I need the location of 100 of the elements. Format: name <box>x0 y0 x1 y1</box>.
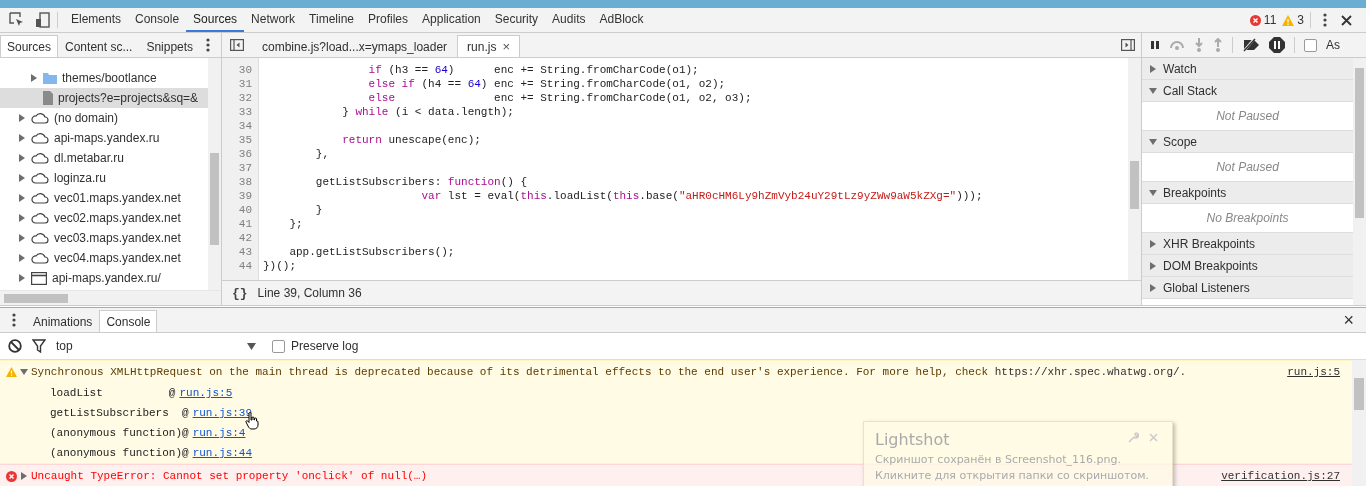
navigator-tab[interactable]: Snippets <box>139 35 201 57</box>
stack-frame-link[interactable]: run.js:39 <box>192 407 253 419</box>
navigator-tab[interactable]: Content sc... <box>58 35 140 57</box>
navigator-tab[interactable]: Sources <box>0 35 59 57</box>
section-header[interactable]: Call Stack <box>1142 80 1353 102</box>
stack-frame-link[interactable]: run.js:44 <box>192 447 253 459</box>
close-tab-button[interactable]: × <box>502 39 511 54</box>
line-number: 39 <box>237 189 253 203</box>
tree-item[interactable]: vec03.maps.yandex.net <box>0 228 208 248</box>
collapse-triangle-icon[interactable] <box>1149 239 1157 248</box>
cloud-icon <box>31 132 49 144</box>
collapse-triangle-icon[interactable] <box>30 74 38 82</box>
pause-on-exceptions-icon[interactable] <box>1269 37 1285 53</box>
section-header[interactable]: Breakpoints <box>1142 182 1353 204</box>
pause-icon[interactable] <box>1150 40 1160 50</box>
section-title: Breakpoints <box>1163 185 1227 200</box>
collapse-triangle-icon[interactable] <box>18 274 26 282</box>
expand-triangle-icon[interactable] <box>20 368 28 376</box>
section-header[interactable]: Scope <box>1142 131 1353 153</box>
line-number: 37 <box>237 161 253 175</box>
preserve-log-checkbox[interactable] <box>272 339 285 353</box>
collapse-triangle-icon[interactable] <box>18 174 26 182</box>
section-title: Scope <box>1163 134 1198 149</box>
scrollbar[interactable] <box>1353 58 1366 305</box>
panel-tab[interactable]: Profiles <box>361 8 416 32</box>
section-header[interactable]: Global Listeners <box>1142 277 1353 299</box>
panel-tab[interactable]: Console <box>128 8 187 32</box>
panel-tab[interactable]: Timeline <box>302 8 361 32</box>
scrollbar[interactable] <box>1128 58 1141 280</box>
expand-triangle-icon[interactable] <box>1149 188 1157 197</box>
close-drawer-button[interactable]: × <box>1343 309 1354 331</box>
collapse-triangle-icon[interactable] <box>1149 283 1157 292</box>
sidebar-toggle-icon[interactable] <box>1121 39 1135 51</box>
async-label: As <box>1326 38 1340 52</box>
tree-item[interactable]: api-maps.yandex.ru/ <box>0 268 208 288</box>
tree-item[interactable]: vec04.maps.yandex.net <box>0 248 208 268</box>
source-link[interactable]: verification.js:27 <box>1221 470 1340 482</box>
panel-tab[interactable]: Elements <box>64 8 129 32</box>
panel-tab[interactable]: Audits <box>545 8 593 32</box>
tree-item[interactable]: loginza.ru <box>0 168 208 188</box>
sidebar-toggle-icon[interactable] <box>230 39 244 51</box>
collapse-triangle-icon[interactable] <box>1149 261 1157 270</box>
error-icon <box>1249 14 1261 26</box>
panel-tab[interactable]: AdBlock <box>592 8 651 32</box>
stack-frame-link[interactable]: run.js:4 <box>192 427 246 439</box>
collapse-triangle-icon[interactable] <box>18 134 26 142</box>
section-header[interactable]: XHR Breakpoints <box>1142 233 1353 255</box>
context-dropdown[interactable]: top <box>56 339 262 353</box>
more-menu-icon[interactable] <box>12 313 16 327</box>
stack-frame-link[interactable]: run.js:5 <box>179 387 233 399</box>
async-checkbox[interactable] <box>1304 38 1317 52</box>
collapse-triangle-icon[interactable] <box>18 234 26 242</box>
tree-item[interactable]: themes/bootlance <box>0 68 208 88</box>
expand-triangle-icon[interactable] <box>1149 137 1157 146</box>
scrollbar[interactable] <box>1352 360 1366 486</box>
more-menu-icon[interactable] <box>206 38 211 52</box>
tree-item[interactable]: (no domain) <box>0 108 208 128</box>
tree-item[interactable]: dl.metabar.ru <box>0 148 208 168</box>
filter-icon[interactable] <box>32 339 46 353</box>
code-line: app.getListSubscribers(); <box>288 245 456 259</box>
scrollbar[interactable] <box>208 58 221 290</box>
collapse-triangle-icon[interactable] <box>18 254 26 262</box>
section-title: Global Listeners <box>1163 280 1250 295</box>
panel-tab[interactable]: Application <box>415 8 488 32</box>
stack-frame-function: (anonymous function) <box>50 447 183 459</box>
collapse-triangle-icon[interactable] <box>18 214 26 222</box>
collapse-triangle-icon[interactable] <box>18 114 26 122</box>
tree-item-label: loginza.ru <box>54 171 107 185</box>
cloud-icon <box>31 152 49 164</box>
device-mode-icon[interactable] <box>35 12 51 28</box>
file-tab[interactable]: combine.js?load...x=ymaps_loader <box>252 35 458 57</box>
section-header[interactable]: Watch <box>1142 58 1353 80</box>
collapse-triangle-icon[interactable] <box>18 154 26 162</box>
warning-count[interactable]: 3 <box>1282 13 1304 27</box>
expand-triangle-icon[interactable] <box>1149 86 1157 95</box>
pretty-print-button[interactable]: {} <box>232 285 248 301</box>
line-number: 34 <box>237 119 253 133</box>
file-tab[interactable]: run.js × <box>457 35 521 57</box>
error-count[interactable]: 11 <box>1249 13 1277 27</box>
tree-item[interactable]: api-maps.yandex.ru <box>0 128 208 148</box>
collapse-triangle-icon[interactable] <box>18 194 26 202</box>
source-link[interactable]: run.js:5 <box>1287 366 1340 378</box>
deactivate-breakpoints-icon[interactable] <box>1242 38 1260 52</box>
clear-console-icon[interactable] <box>8 339 22 353</box>
section-header[interactable]: DOM Breakpoints <box>1142 255 1353 277</box>
close-icon[interactable] <box>1341 14 1352 26</box>
tree-item[interactable]: vec02.maps.yandex.net <box>0 208 208 228</box>
tree-item[interactable]: vec01.maps.yandex.net <box>0 188 208 208</box>
horizontal-scrollbar[interactable] <box>0 290 221 305</box>
collapse-triangle-icon[interactable] <box>1149 64 1157 73</box>
panel-tab[interactable]: Network <box>244 8 303 32</box>
tree-item[interactable]: projects?e=projects&sq=& <box>0 88 208 108</box>
panel-tab[interactable]: Security <box>487 8 546 32</box>
drawer-tab[interactable]: Console <box>99 310 158 332</box>
url-link[interactable]: https://xhr.spec.whatwg.org/. <box>994 366 1187 378</box>
inspect-element-icon[interactable] <box>9 12 25 28</box>
more-menu-icon[interactable] <box>1323 13 1327 27</box>
collapse-triangle-icon[interactable] <box>20 472 28 480</box>
folder-icon <box>43 72 57 84</box>
drawer-tab[interactable]: Animations <box>26 310 100 332</box>
